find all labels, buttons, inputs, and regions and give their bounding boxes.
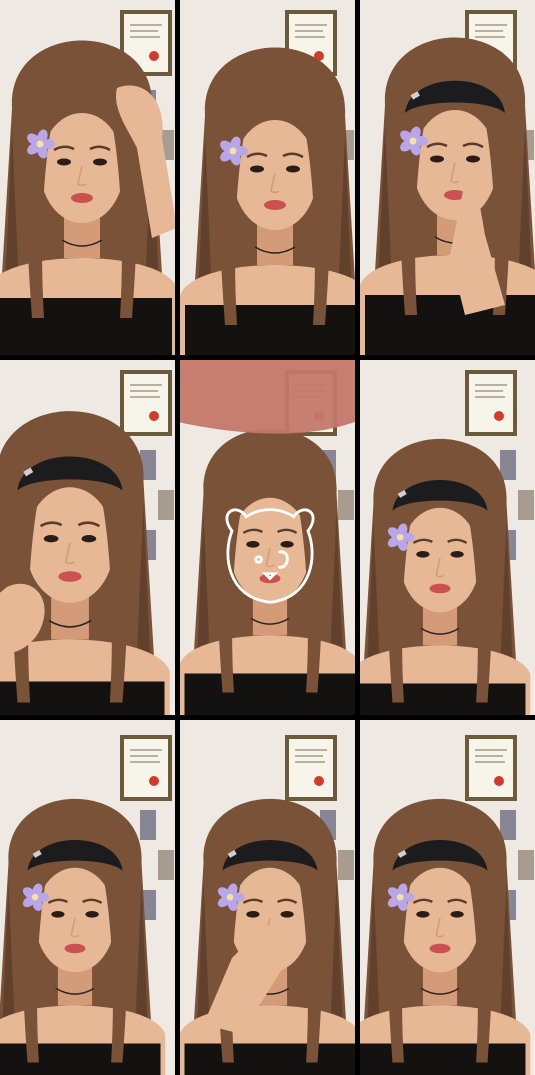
photo-tile-4 bbox=[0, 360, 175, 715]
photo-2 bbox=[180, 0, 355, 355]
certificate-frame bbox=[120, 735, 172, 801]
person bbox=[0, 40, 175, 355]
photo-tile-2 bbox=[180, 0, 355, 355]
hand-covering-camera bbox=[180, 360, 355, 434]
photo-8 bbox=[180, 720, 355, 1075]
person bbox=[180, 360, 355, 715]
photo-tile-1 bbox=[0, 0, 175, 355]
person bbox=[180, 798, 355, 1075]
photo-1 bbox=[0, 0, 175, 355]
photo-9 bbox=[360, 720, 535, 1075]
photo-tile-7 bbox=[0, 720, 175, 1075]
certificate-frame bbox=[465, 370, 517, 436]
certificate-frame bbox=[120, 370, 172, 436]
photo-3 bbox=[360, 0, 535, 355]
photo-tile-8 bbox=[180, 720, 355, 1075]
photo-4 bbox=[0, 360, 175, 715]
photo-tile-3 bbox=[360, 0, 535, 355]
certificate-frame bbox=[285, 735, 337, 801]
photo-5 bbox=[180, 360, 355, 715]
photo-tile-5 bbox=[180, 360, 355, 715]
certificate-frame bbox=[465, 735, 517, 801]
photo-collage-grid bbox=[0, 0, 535, 1075]
photo-tile-6 bbox=[360, 360, 535, 715]
photo-7 bbox=[0, 720, 175, 1075]
photo-6 bbox=[360, 360, 535, 715]
photo-tile-9 bbox=[360, 720, 535, 1075]
